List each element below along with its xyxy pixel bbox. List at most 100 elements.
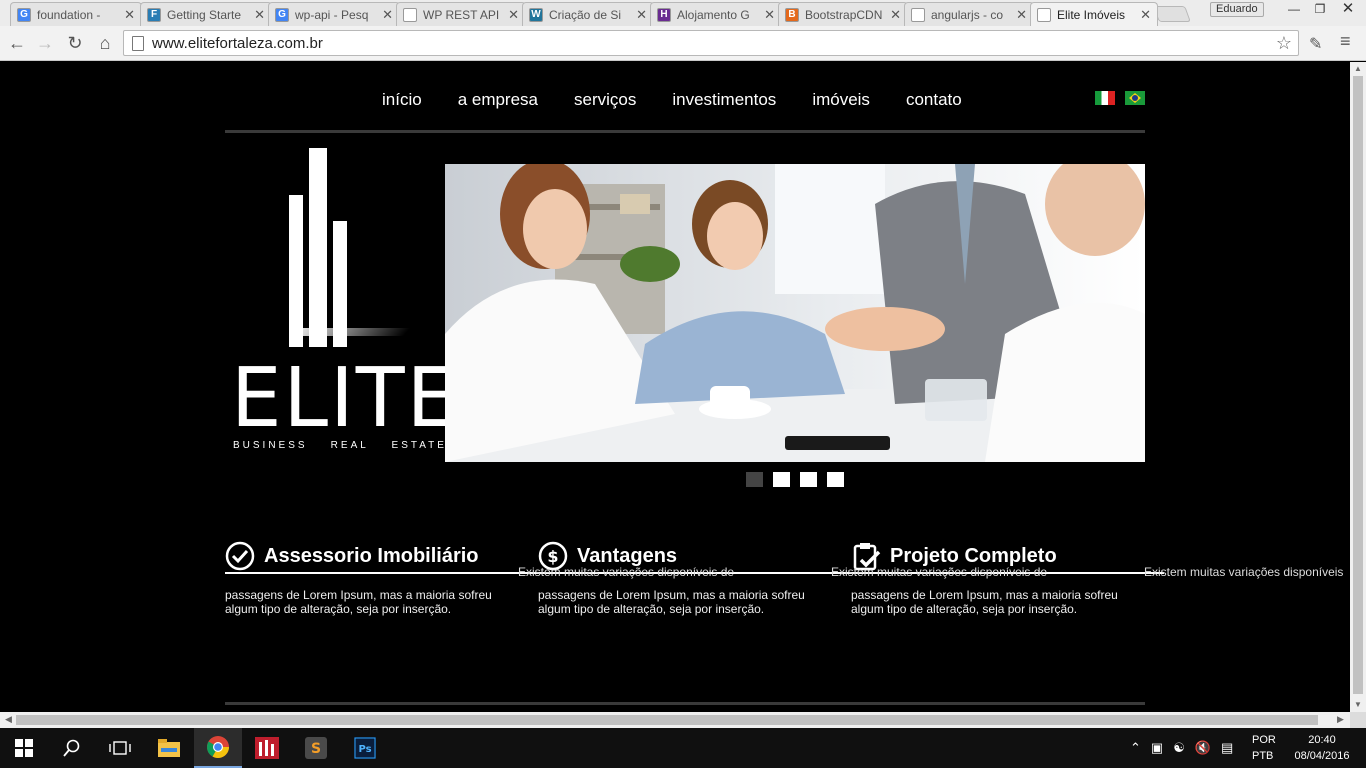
- svg-text:S: S: [311, 741, 321, 757]
- tab-title: foundation -: [37, 7, 101, 22]
- browser-tab-strip: Gfoundation - ✕ F Getting Starte ✕ Gwp-api - …: [0, 0, 1366, 26]
- minimize-icon[interactable]: —: [1280, 0, 1308, 18]
- check-circle-icon: [225, 541, 255, 571]
- vertical-scrollbar[interactable]: ▲ ▼: [1350, 62, 1366, 712]
- back-arrow-icon[interactable]: ←: [6, 32, 28, 54]
- task-view-icon[interactable]: [96, 728, 144, 768]
- scroll-corner: [1350, 712, 1366, 728]
- slider-dot[interactable]: [746, 472, 763, 487]
- slider-dot[interactable]: [827, 472, 844, 487]
- menu-icon[interactable]: ≡: [1340, 31, 1351, 52]
- tab-close-icon[interactable]: ✕: [1140, 7, 1151, 23]
- wifi-icon[interactable]: ☯: [1173, 740, 1185, 756]
- file-explorer-icon[interactable]: [145, 728, 193, 768]
- sublime-text-icon[interactable]: S: [292, 728, 340, 768]
- windows-start-icon[interactable]: [0, 728, 48, 768]
- page-icon: [132, 35, 144, 51]
- browser-tab[interactable]: W Criação de Si ✕: [522, 2, 654, 26]
- vertical-scroll-thumb[interactable]: [1353, 76, 1363, 694]
- browser-tab[interactable]: Cangularjs - co ✕: [904, 2, 1034, 26]
- elite-logo[interactable]: ELITE BUSINESS REAL ESTATE: [225, 142, 457, 452]
- clock[interactable]: 20:40 08/04/2016: [1290, 732, 1354, 764]
- tray-overflow-icon[interactable]: ⌃: [1130, 740, 1141, 756]
- horizontal-scrollbar[interactable]: ◀ ▶: [0, 712, 1350, 728]
- tab-favicon-icon: H: [657, 7, 671, 22]
- feature-assessorio: Assessorio Imobiliário passagens de Lore…: [225, 540, 538, 616]
- tab-close-icon[interactable]: ✕: [764, 7, 775, 23]
- horizontal-scroll-thumb[interactable]: [16, 715, 1318, 725]
- tab-title: Alojamento G: [677, 7, 750, 22]
- chrome-taskbar-icon[interactable]: [194, 728, 242, 768]
- keyboard-code: PTB: [1252, 750, 1274, 762]
- address-bar[interactable]: www.elitefortaleza.com.br ☆: [123, 30, 1299, 56]
- feature-intro: Existem muitas variações disponíveis de: [518, 565, 735, 579]
- tab-close-icon[interactable]: ✕: [382, 7, 393, 23]
- tab-close-icon[interactable]: ✕: [254, 7, 265, 23]
- photoshop-icon[interactable]: Ps: [341, 728, 389, 768]
- tab-title: Elite Imóveis: [1057, 7, 1126, 22]
- svg-text:$: $: [547, 547, 558, 566]
- nav-link-inicio[interactable]: início: [382, 90, 422, 110]
- tab-favicon-icon: W: [529, 7, 543, 22]
- feature-intro: Existem muitas variações disponíveis de: [831, 565, 1048, 579]
- browser-tab[interactable]: H Alojamento G ✕: [650, 2, 782, 26]
- home-icon[interactable]: ⌂: [94, 32, 116, 54]
- forward-arrow-icon[interactable]: →: [34, 32, 56, 54]
- tab-close-icon[interactable]: ✕: [890, 7, 901, 23]
- language-code: POR: [1252, 734, 1276, 746]
- windows-taskbar: S Ps ⌃ ▣ ☯ 🔇 ▤ POR PTB 20:40 08/04/2016: [0, 728, 1366, 768]
- tab-close-icon[interactable]: ✕: [508, 7, 519, 23]
- battery-icon[interactable]: ▣: [1151, 740, 1163, 756]
- nav-link-imoveis[interactable]: imóveis: [812, 90, 870, 110]
- slider-dot[interactable]: [800, 472, 817, 487]
- slider-dots: [746, 472, 844, 487]
- feature-vantagens: Existem muitas variações disponíveis de …: [518, 540, 851, 616]
- search-icon[interactable]: [48, 728, 96, 768]
- tab-close-icon[interactable]: ✕: [1016, 7, 1027, 23]
- nav-link-investimentos[interactable]: investimentos: [672, 90, 776, 110]
- scroll-up-icon[interactable]: ▲: [1350, 64, 1366, 73]
- browser-tab[interactable]: B BootstrapCDN ✕: [778, 2, 908, 26]
- svg-text:Ps: Ps: [358, 744, 371, 755]
- clock-time: 20:40: [1308, 734, 1336, 746]
- tab-favicon-icon: G: [17, 7, 31, 22]
- eyedropper-icon[interactable]: ✎: [1309, 34, 1322, 54]
- tab-close-icon[interactable]: ✕: [636, 7, 647, 23]
- volume-muted-icon[interactable]: 🔇: [1195, 740, 1211, 756]
- scroll-left-icon[interactable]: ◀: [5, 714, 12, 725]
- profile-button[interactable]: Eduardo: [1210, 2, 1264, 17]
- nav-link-empresa[interactable]: a empresa: [458, 90, 538, 110]
- tab-title: angularjs - co: [931, 7, 1004, 22]
- tab-favicon-icon: B: [785, 7, 799, 22]
- slider-dot[interactable]: [773, 472, 790, 487]
- restore-icon[interactable]: ❐: [1306, 0, 1334, 18]
- tab-title: wp-api - Pesq: [295, 7, 369, 22]
- feature-body: passagens de Lorem Ipsum, mas a maioria …: [851, 588, 1118, 616]
- browser-tab[interactable]: Gwp-api - Pesq ✕: [268, 2, 400, 26]
- browser-tab[interactable]: Gfoundation - ✕: [10, 2, 142, 26]
- new-tab-button[interactable]: [1153, 6, 1191, 22]
- italian-flag-icon[interactable]: [1095, 91, 1115, 105]
- filezilla-icon[interactable]: [243, 728, 291, 768]
- brazil-flag-icon[interactable]: [1125, 91, 1145, 105]
- address-url: www.elitefortaleza.com.br: [152, 34, 323, 52]
- system-tray: ⌃ ▣ ☯ 🔇 ▤: [1130, 728, 1233, 768]
- input-language[interactable]: POR PTB: [1252, 732, 1276, 764]
- tab-close-icon[interactable]: ✕: [124, 7, 135, 23]
- browser-tab[interactable]: F Getting Starte ✕: [140, 2, 272, 26]
- bookmark-star-icon[interactable]: ☆: [1276, 33, 1292, 54]
- nav-link-contato[interactable]: contato: [906, 90, 962, 110]
- reload-icon[interactable]: ↻: [64, 32, 86, 54]
- scroll-right-icon[interactable]: ▶: [1337, 714, 1344, 725]
- browser-tab[interactable]: WP REST API ✕: [396, 2, 526, 26]
- clock-date: 08/04/2016: [1294, 750, 1350, 762]
- nav-link-servicos[interactable]: serviços: [574, 90, 636, 110]
- hero-slider-image[interactable]: [445, 164, 1145, 462]
- tab-title: BootstrapCDN: [805, 7, 883, 22]
- scroll-down-icon[interactable]: ▼: [1350, 700, 1366, 709]
- browser-tab[interactable]: Elite Imóveis ✕: [1030, 2, 1158, 26]
- logo-word: ELITE: [231, 349, 460, 446]
- notifications-icon[interactable]: ▤: [1221, 740, 1233, 756]
- close-window-icon[interactable]: ✕: [1334, 0, 1362, 18]
- feature-body: passagens de Lorem Ipsum, mas a maioria …: [538, 588, 805, 616]
